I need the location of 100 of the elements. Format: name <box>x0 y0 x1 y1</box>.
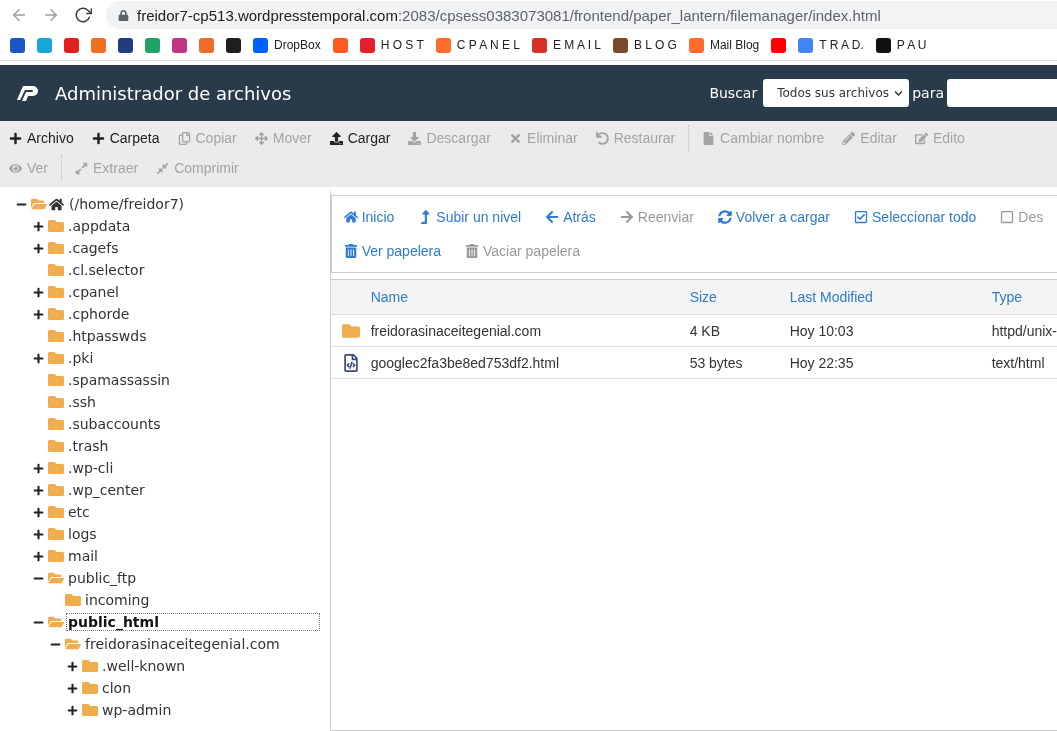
reload-icon[interactable] <box>74 6 92 24</box>
tree-item[interactable]: etc <box>66 503 92 521</box>
reload-icon <box>717 210 732 224</box>
bookmark[interactable]: H O S T <box>359 37 424 53</box>
folder-icon <box>82 702 98 718</box>
toolbar-icon <box>9 161 22 175</box>
file-type: text/html <box>991 354 1046 371</box>
nav-button[interactable]: Inicio <box>331 209 407 225</box>
bookmark[interactable]: Mail Blog <box>688 37 760 53</box>
for-label: para <box>912 85 944 101</box>
select-icon <box>854 210 869 224</box>
toolbar-icon <box>9 131 22 145</box>
expand-icon[interactable] <box>32 352 44 364</box>
folder-icon <box>48 306 64 322</box>
toolbar-icon <box>842 131 856 145</box>
bookmark[interactable]: E M A I L <box>531 37 601 53</box>
bookmark[interactable]: C P A N E L <box>435 37 520 53</box>
forward-icon[interactable] <box>42 6 60 24</box>
expand-icon[interactable] <box>66 704 78 716</box>
nav-button[interactable]: Ver papelera <box>331 243 454 259</box>
chevron-icon <box>894 88 904 98</box>
tree-item[interactable]: (/home/freidor7) <box>67 195 187 213</box>
expand-icon[interactable] <box>66 660 78 672</box>
tree-item[interactable]: public_html <box>66 613 320 631</box>
tree-item[interactable]: .well-known <box>100 657 188 675</box>
folder-icon <box>82 658 98 674</box>
toolbar-icon <box>914 131 928 145</box>
folder-icon <box>48 526 64 542</box>
tree-item[interactable]: clon <box>100 679 134 697</box>
home-icon <box>49 196 64 212</box>
forward-icon <box>619 210 634 224</box>
tree-item[interactable]: .htpasswds <box>66 327 149 345</box>
column-header[interactable]: Last Modified <box>789 289 992 305</box>
folder-icon <box>48 262 64 278</box>
bookmark-icon[interactable] <box>226 37 241 53</box>
toolbar-icon <box>408 131 422 145</box>
nav-button[interactable]: Atrás <box>533 209 608 225</box>
column-header[interactable]: Name <box>370 289 690 305</box>
nav-button[interactable]: Subir un nivel <box>406 209 534 225</box>
column-header[interactable]: Type <box>991 289 1057 305</box>
expand-icon[interactable] <box>32 220 44 232</box>
file-name: googlec2fa3be8ed753df2.html <box>370 354 560 371</box>
file-type: httpd/unix- <box>991 322 1057 339</box>
page-title: Administrador de archivos <box>55 82 293 104</box>
back-icon[interactable] <box>10 6 28 24</box>
expand-icon[interactable] <box>32 462 44 474</box>
expand-icon[interactable] <box>32 286 44 298</box>
search-scope-select[interactable]: Todos sus archivos <box>763 79 910 107</box>
tree-item[interactable]: .cl.selector <box>66 261 147 279</box>
file-modified: Hoy 10:03 <box>789 322 855 339</box>
tree-item[interactable]: .subaccounts <box>66 415 163 433</box>
expand-icon[interactable] <box>32 308 44 320</box>
tree-item[interactable]: .appdata <box>66 217 133 235</box>
column-header[interactable]: Size <box>689 289 790 305</box>
lock-icon <box>118 9 129 21</box>
toolbar-button[interactable]: Archivo <box>0 124 83 152</box>
nav-button[interactable]: Volver a cargar <box>705 209 843 225</box>
bookmark[interactable]: B L O G <box>613 37 677 53</box>
folder-icon <box>48 482 64 498</box>
expand-icon[interactable] <box>32 506 44 518</box>
tree-item[interactable]: incoming <box>83 591 152 609</box>
tree-item[interactable]: .cagefs <box>66 239 121 257</box>
expand-icon[interactable] <box>32 484 44 496</box>
folder-icon <box>48 372 64 388</box>
tree-item[interactable]: .cphorde <box>66 305 132 323</box>
bookmark-icon[interactable] <box>10 37 25 53</box>
tree-item[interactable]: .wp-cli <box>66 459 116 477</box>
trash-icon <box>465 244 480 258</box>
tree-item[interactable]: public_ftp <box>66 569 139 587</box>
address-bar[interactable]: freidor7-cp513.wordpresstemporal.com:2083/cpsess0383073081/frontend/paper_lantern/filemanager/index.html <box>106 1 1057 29</box>
toolbar-button[interactable]: Cargar <box>320 124 400 152</box>
tree-item[interactable]: .cpanel <box>66 283 121 301</box>
tree-item[interactable]: .pki <box>66 349 96 367</box>
tree-item[interactable]: .trash <box>66 437 111 455</box>
tree-item[interactable]: logs <box>66 525 99 543</box>
expand-icon[interactable] <box>66 682 78 694</box>
tree-item[interactable]: .ssh <box>66 393 98 411</box>
expand-icon[interactable] <box>32 528 44 540</box>
bookmark[interactable]: T R A D. <box>798 37 864 53</box>
file-size: 4 KB <box>689 322 721 339</box>
search-field[interactable] <box>947 79 1057 107</box>
tree-item[interactable]: wp-admin <box>100 701 174 719</box>
tree-item[interactable]: .wp_center <box>66 481 147 499</box>
toolbar-icon <box>254 131 268 145</box>
home-icon <box>343 210 358 224</box>
folder-icon <box>48 438 64 454</box>
toolbar-button[interactable]: Carpeta <box>82 124 169 152</box>
folder-icon <box>48 394 64 410</box>
nav-button[interactable]: Seleccionar todo <box>842 209 989 225</box>
tree-item[interactable]: .spamassassin <box>66 371 172 389</box>
tree-item[interactable]: freidorasinaceitegenial.com <box>83 635 282 653</box>
expand-icon[interactable] <box>32 242 44 254</box>
bookmark[interactable]: DropBox <box>253 37 321 53</box>
open-folder-icon <box>31 196 47 212</box>
file-name: freidorasinaceitegenial.com <box>370 322 543 339</box>
bookmark[interactable]: P A U <box>875 37 927 53</box>
toolbar-icon <box>177 131 191 145</box>
bookmark-icon[interactable] <box>118 37 133 53</box>
expand-icon[interactable] <box>32 550 44 562</box>
tree-item[interactable]: mail <box>66 547 100 565</box>
